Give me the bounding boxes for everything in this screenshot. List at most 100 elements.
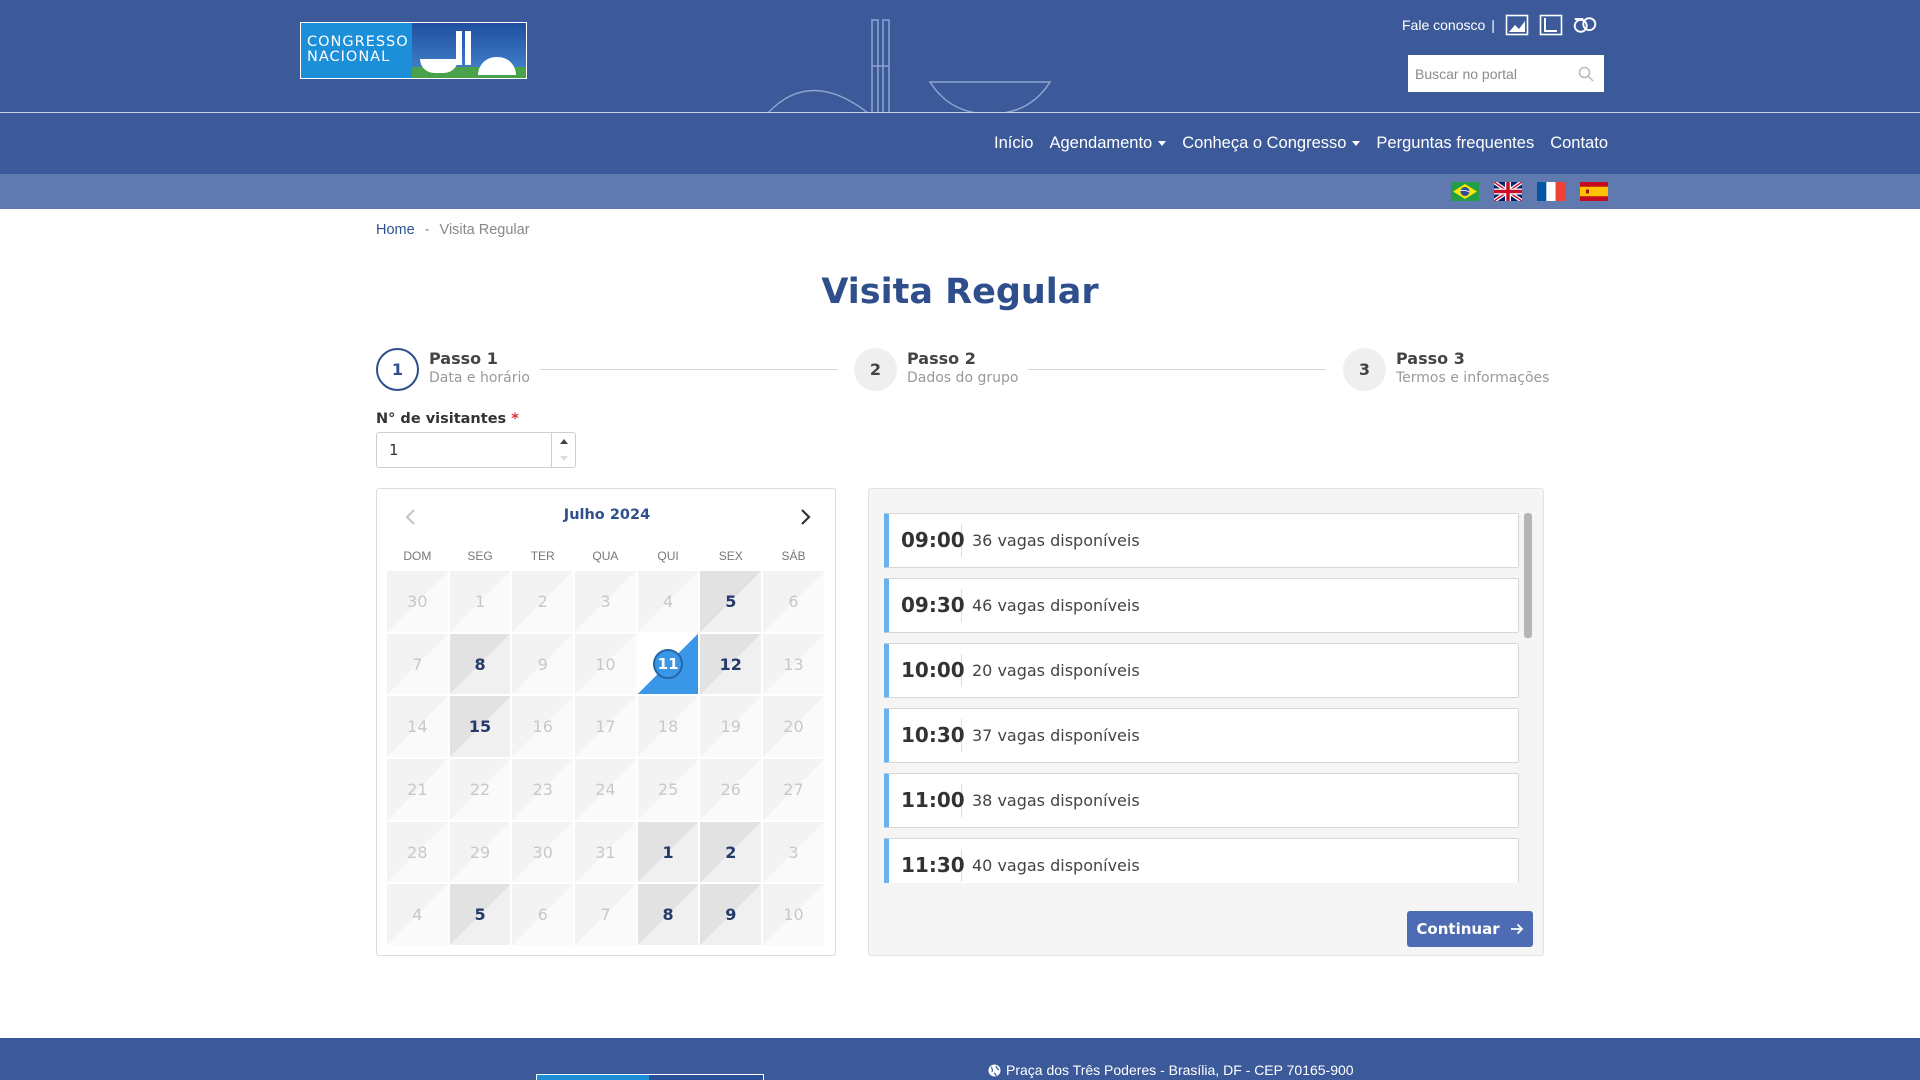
- calendar-day: 9: [511, 632, 575, 696]
- calendar-day: 7: [386, 632, 449, 696]
- time-slot[interactable]: 10:30 37 vagas disponíveis: [884, 708, 1519, 763]
- weekday-label: SEX: [718, 549, 743, 563]
- spain-flag-icon[interactable]: [1580, 182, 1608, 201]
- slot-availability: 37 vagas disponíveis: [972, 726, 1140, 745]
- time-slot[interactable]: 09:30 46 vagas disponíveis: [884, 578, 1519, 633]
- brazil-flag-icon[interactable]: [1451, 182, 1479, 201]
- calendar-day: 10: [574, 632, 637, 696]
- search-box: [1408, 55, 1604, 92]
- calendar-day[interactable]: 15: [448, 695, 512, 759]
- step-connector: [1028, 369, 1326, 370]
- calendar-day: 20: [762, 695, 825, 759]
- increment-icon[interactable]: [559, 439, 568, 444]
- sign-language-icon[interactable]: [1573, 14, 1597, 36]
- slot-time: 09:30: [889, 589, 965, 622]
- calendar-month-label: Julho 2024: [563, 507, 651, 523]
- time-slot[interactable]: 11:00 38 vagas disponíveis: [884, 773, 1519, 828]
- calendar-day: 19: [699, 695, 763, 759]
- calendar-day: 28: [386, 820, 449, 884]
- congresso-nacional-logo[interactable]: CONGRESSO NACIONAL: [300, 22, 527, 79]
- slot-time: 11:30: [889, 849, 965, 882]
- continue-button[interactable]: Continuar: [1407, 911, 1533, 947]
- nav-item-conheca-o-congresso[interactable]: Conheça o Congresso: [1182, 134, 1361, 153]
- nav-item-contato[interactable]: Contato: [1550, 134, 1608, 153]
- step-subtitle: Dados do grupo: [907, 370, 1019, 386]
- slot-availability: 40 vagas disponíveis: [972, 856, 1140, 875]
- language-bar: [0, 174, 1920, 209]
- weekday-label: QUA: [592, 549, 619, 563]
- footer-logo: [536, 1074, 764, 1080]
- calendar-day[interactable]: 12: [699, 632, 763, 696]
- calendar-day[interactable]: 9: [699, 883, 763, 947]
- time-slot[interactable]: 09:00 36 vagas disponíveis: [884, 513, 1519, 568]
- calendar-day[interactable]: 5: [448, 883, 512, 947]
- nav-label: Contato: [1550, 134, 1608, 152]
- chevron-right-icon[interactable]: [793, 505, 817, 529]
- visitors-label-text: N° de visitantes: [376, 411, 507, 427]
- calendar-day: 31: [574, 820, 637, 884]
- visitors-stepper: [551, 433, 575, 467]
- main-navigation: Início Agendamento Conheça o Congresso P…: [0, 113, 1920, 174]
- slot-time: 09:00: [889, 524, 965, 557]
- calendar-day[interactable]: 1: [636, 820, 700, 884]
- calendar-day: 21: [386, 758, 449, 821]
- calendar-day[interactable]: 8: [448, 632, 512, 696]
- nav-item-inicio[interactable]: Início: [994, 134, 1033, 153]
- step-number: 3: [1343, 348, 1386, 391]
- slot-availability: 36 vagas disponíveis: [972, 531, 1140, 550]
- selected-day-number: 11: [653, 649, 684, 680]
- calendar-day: 27: [762, 758, 825, 821]
- contact-link[interactable]: Fale conosco: [1402, 17, 1485, 33]
- calendar-day[interactable]: 5: [699, 570, 763, 633]
- breadcrumb-home[interactable]: Home: [376, 222, 415, 238]
- calendar-day: 4: [386, 883, 449, 947]
- calendar-day[interactable]: 2: [699, 820, 763, 884]
- nav-label: Agendamento: [1049, 134, 1153, 152]
- calendar-day: 17: [574, 695, 637, 759]
- page-title: Visita Regular: [821, 272, 1099, 312]
- weekday-label: SEG: [467, 549, 493, 563]
- header-utility-links: Fale conosco |: [1402, 14, 1597, 36]
- calendar-day: 29: [448, 820, 512, 884]
- time-slot[interactable]: 11:30 40 vagas disponíveis: [884, 838, 1519, 883]
- nav-label: Perguntas frequentes: [1376, 134, 1535, 152]
- france-flag-icon[interactable]: [1537, 182, 1565, 201]
- logo-art: [412, 23, 526, 78]
- uk-flag-icon[interactable]: [1494, 182, 1522, 201]
- step-1: 1 Passo 1 Data e horário: [376, 348, 530, 391]
- arrow-right-icon: [1510, 923, 1523, 935]
- slot-availability: 46 vagas disponíveis: [972, 596, 1140, 615]
- step-title: Passo 2: [907, 349, 976, 368]
- congress-building-outline: [767, 19, 1052, 114]
- slot-availability: 38 vagas disponíveis: [972, 791, 1140, 810]
- calendar-day[interactable]: 8: [636, 883, 700, 947]
- nav-item-agendamento[interactable]: Agendamento: [1049, 134, 1167, 153]
- footer-address: Praça dos Três Poderes - Brasília, DF - …: [988, 1062, 1354, 1078]
- date-calendar: Julho 2024 DOM SEG TER QUA QUI SEX SÁB 30 1 2 3 4 5…: [376, 488, 836, 956]
- contrast-icon[interactable]: [1505, 14, 1529, 36]
- step-connector: [540, 369, 838, 370]
- step-3: 3 Passo 3 Termos e informações: [1343, 348, 1549, 391]
- caret-down-icon: [1352, 141, 1361, 146]
- time-slot[interactable]: 10:00 20 vagas disponíveis: [884, 643, 1519, 698]
- calendar-day: 16: [511, 695, 575, 759]
- font-size-icon[interactable]: [1539, 14, 1563, 36]
- globe-icon: [988, 1064, 1001, 1076]
- calendar-day: 18: [636, 695, 700, 759]
- decrement-icon[interactable]: [559, 456, 568, 461]
- caret-down-icon: [1158, 141, 1167, 146]
- visitors-value[interactable]: 1: [377, 433, 551, 467]
- visitors-label: N° de visitantes *: [376, 411, 519, 427]
- nav-item-perguntas-frequentes[interactable]: Perguntas frequentes: [1376, 134, 1534, 153]
- weekday-header: DOM SEG TER QUA QUI SEX SÁB: [386, 549, 825, 563]
- calendar-day: 3: [762, 820, 825, 884]
- breadcrumb-separator: -: [424, 222, 430, 238]
- calendar-day: 6: [762, 570, 825, 633]
- visitors-number-input[interactable]: 1: [376, 432, 576, 468]
- calendar-day-selected[interactable]: 11: [636, 632, 700, 696]
- search-icon[interactable]: [1578, 66, 1594, 82]
- nav-label: Conheça o Congresso: [1182, 134, 1347, 152]
- logo-text-line1: CONGRESSO: [307, 34, 409, 50]
- scrollbar[interactable]: [1524, 513, 1532, 638]
- search-input[interactable]: [1408, 55, 1568, 92]
